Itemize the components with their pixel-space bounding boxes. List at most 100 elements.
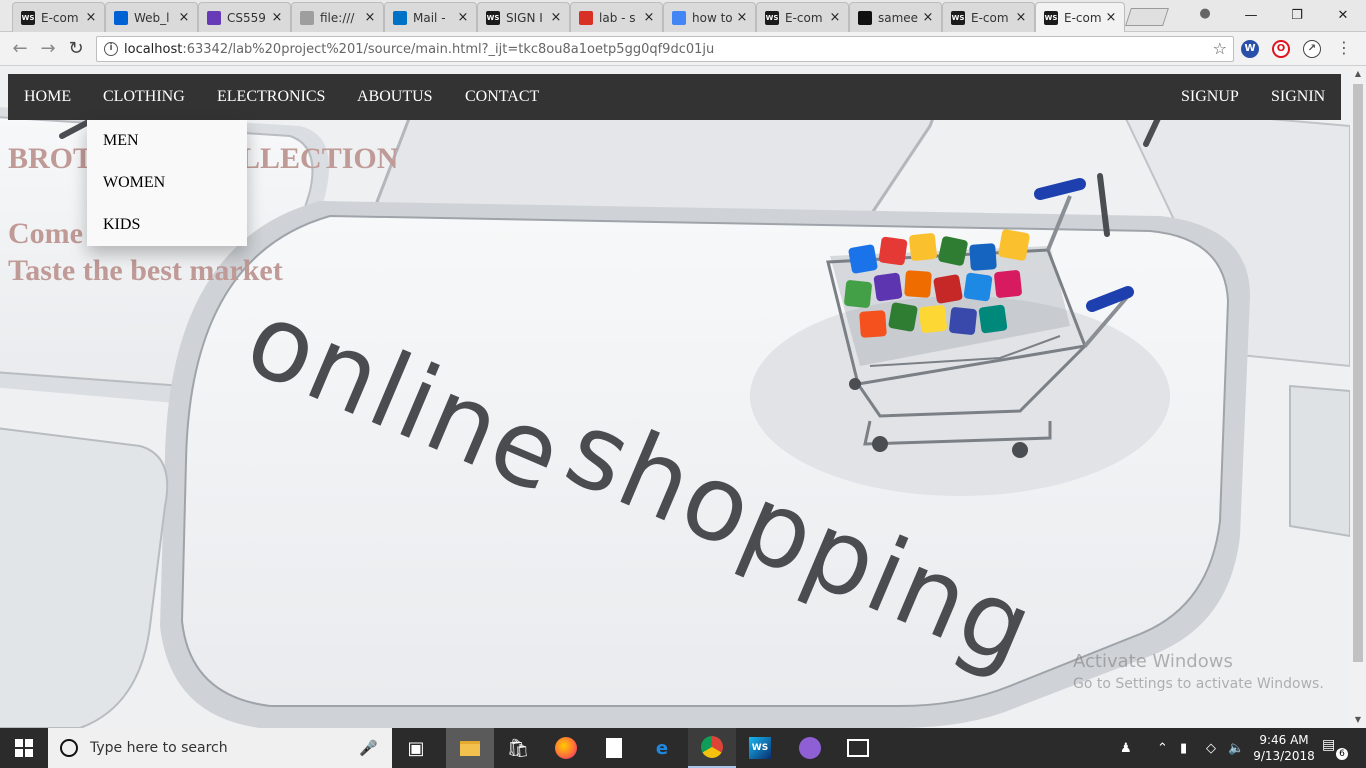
clock-date: 9/13/2018 <box>1253 749 1315 763</box>
profile-icon[interactable]: ● <box>1196 6 1214 24</box>
browser-tab[interactable]: WS E-com × <box>942 2 1035 32</box>
reload-icon[interactable]: ↻ <box>64 37 88 61</box>
document-icon[interactable] <box>590 728 638 768</box>
tab-close-icon[interactable]: × <box>828 10 842 25</box>
nav-contact[interactable]: CONTACT <box>465 74 539 120</box>
volume-icon[interactable]: 🔈 <box>1228 728 1244 768</box>
tab-title: CS559 <box>227 10 266 25</box>
google-icon <box>672 10 686 25</box>
browser-tab[interactable]: WS E-com × <box>12 2 105 32</box>
chrome-menu-icon[interactable]: ⋮ <box>1336 38 1352 57</box>
browser-tab[interactable]: file:/// × <box>291 2 384 32</box>
nav-home[interactable]: HOME <box>24 74 71 120</box>
microphone-icon[interactable]: 🎤 <box>359 739 378 757</box>
browser-tab[interactable]: Web_l × <box>105 2 198 32</box>
browser-tab-strip: WS E-com × Web_l × CS559 × file:///× Mail - × WS SI… <box>0 0 1366 32</box>
outlook-icon <box>393 10 407 25</box>
tab-close-icon[interactable]: × <box>735 10 749 25</box>
nav-signin[interactable]: SIGNIN <box>1271 74 1325 120</box>
minimize-button[interactable]: — <box>1228 0 1274 30</box>
firefox-icon[interactable] <box>542 728 590 768</box>
edge-icon[interactable]: e <box>638 728 686 768</box>
tab-title: how to <box>692 10 733 25</box>
tab-close-icon[interactable]: × <box>270 10 284 25</box>
browser-tab[interactable]: WS SIGN I × <box>477 2 570 32</box>
activate-windows-title: Activate Windows <box>1073 651 1233 672</box>
battery-icon[interactable]: ▮ <box>1180 728 1187 768</box>
webstorm-icon: WS <box>951 10 965 25</box>
people-icon[interactable]: ♟ <box>1120 728 1132 768</box>
forms-icon <box>207 10 221 25</box>
url-host: localhost <box>124 41 183 57</box>
scroll-down-icon[interactable]: ▼ <box>1350 712 1366 728</box>
gmail-icon <box>579 10 593 25</box>
browser-tab[interactable]: WS E-com × <box>756 2 849 32</box>
restore-button[interactable]: ❐ <box>1274 0 1320 30</box>
tab-close-icon[interactable]: × <box>921 10 935 25</box>
tab-title: E-com <box>785 10 823 25</box>
nav-electronics[interactable]: ELECTRONICS <box>217 74 325 120</box>
tab-close-icon[interactable]: × <box>363 10 377 25</box>
tab-close-icon[interactable]: × <box>456 10 470 25</box>
action-center-icon[interactable]: ▤ 6 <box>1322 737 1348 760</box>
webstorm-icon: WS <box>1044 10 1058 25</box>
tab-close-icon[interactable]: × <box>642 10 656 25</box>
taskbar-clock[interactable]: 9:46 AM 9/13/2018 <box>1248 732 1320 764</box>
browser-tab[interactable]: how to × <box>663 2 756 32</box>
task-view-icon[interactable]: ▣ <box>392 728 440 768</box>
github-icon <box>858 10 872 25</box>
tab-title: lab - s <box>599 10 636 25</box>
taskbar-search-box[interactable]: Type here to search 🎤 <box>48 728 392 768</box>
scrollbar-thumb[interactable] <box>1353 84 1363 662</box>
file-explorer-icon[interactable] <box>446 728 494 768</box>
start-button[interactable] <box>0 728 48 768</box>
dropdown-item-women[interactable]: WOMEN <box>87 162 247 204</box>
forward-icon[interactable]: → <box>36 37 60 61</box>
dropdown-item-men[interactable]: MEN <box>87 120 247 162</box>
store-icon[interactable]: 🛍 <box>494 728 542 768</box>
tab-title: E-com <box>41 10 79 25</box>
address-bar[interactable]: i localhost:63342/lab%20project%201/sour… <box>96 36 1234 62</box>
browser-tab[interactable]: Mail - × <box>384 2 477 32</box>
webstorm-icon: WS <box>486 10 500 25</box>
chrome-icon[interactable] <box>688 728 736 768</box>
file-icon <box>300 10 314 25</box>
speed-extension-icon[interactable]: ↗ <box>1303 40 1321 58</box>
nav-signup[interactable]: SIGNUP <box>1181 74 1239 120</box>
wifi-icon[interactable]: ◇ <box>1206 728 1216 768</box>
search-placeholder: Type here to search <box>90 740 228 756</box>
clock-time: 9:46 AM <box>1259 733 1309 747</box>
browser-tab[interactable]: lab - s × <box>570 2 663 32</box>
browser-toolbar: ← → ↻ i localhost:63342/lab%20project%20… <box>0 32 1366 66</box>
webstorm-taskbar-icon[interactable]: WS <box>736 728 784 768</box>
close-window-button[interactable]: ✕ <box>1320 0 1366 30</box>
tab-title: E-com <box>971 10 1009 25</box>
tab-title: SIGN I <box>506 10 543 25</box>
wordpress-extension-icon[interactable]: W <box>1241 40 1259 58</box>
scroll-up-icon[interactable]: ▲ <box>1350 66 1366 82</box>
show-hidden-icons[interactable]: ⌃ <box>1157 728 1168 768</box>
github-desktop-icon[interactable] <box>786 728 834 768</box>
bookmark-star-icon[interactable]: ☆ <box>1213 39 1227 58</box>
tab-title: file:/// <box>320 10 355 25</box>
back-icon[interactable]: ← <box>8 37 32 61</box>
tab-close-icon[interactable]: × <box>177 10 191 25</box>
info-icon[interactable]: i <box>104 42 118 56</box>
page-scrollbar[interactable]: ▲ ▼ <box>1350 66 1366 728</box>
hero-line-2: Taste the best market <box>8 254 283 287</box>
photos-icon[interactable] <box>834 728 882 768</box>
clothing-dropdown-menu: MEN WOMEN KIDS <box>87 120 247 246</box>
tab-close-icon[interactable]: × <box>549 10 563 25</box>
nav-aboutus[interactable]: ABOUTUS <box>357 74 433 120</box>
tab-close-icon[interactable]: × <box>1014 10 1028 25</box>
new-tab-button[interactable] <box>1125 8 1169 26</box>
browser-tab[interactable]: CS559 × <box>198 2 291 32</box>
browser-tab[interactable]: samee × <box>849 2 942 32</box>
opera-extension-icon[interactable]: O <box>1272 40 1290 58</box>
nav-clothing[interactable]: CLOTHING <box>103 74 185 120</box>
tab-close-icon[interactable]: × <box>1104 10 1118 25</box>
dropdown-item-kids[interactable]: KIDS <box>87 204 247 246</box>
browser-tab[interactable]: WS E-com × <box>1035 2 1125 32</box>
tab-close-icon[interactable]: × <box>84 10 98 25</box>
tab-title: Mail - <box>413 10 446 25</box>
